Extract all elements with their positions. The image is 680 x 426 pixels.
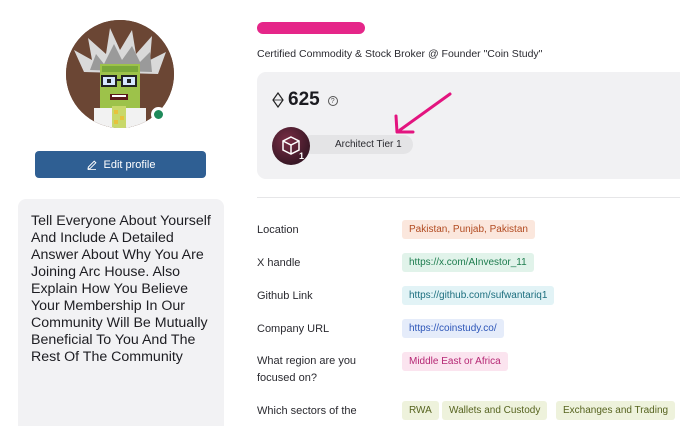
x-handle-link[interactable]: https://x.com/AInvestor_11 <box>402 253 534 272</box>
pencil-icon <box>86 159 97 170</box>
tier-badge: 1 <box>272 127 310 165</box>
bio-card: Tell Everyone About Yourself And Include… <box>18 199 224 426</box>
annotation-arrow-icon <box>394 92 452 134</box>
github-label: Github Link <box>257 290 313 302</box>
company-url-link[interactable]: https://coinstudy.co/ <box>402 319 504 338</box>
avatar-container <box>66 20 174 128</box>
sector-tag-rwa: RWA <box>402 401 439 420</box>
sector-tag-wallets: Wallets and Custody <box>442 401 548 420</box>
online-status-indicator <box>151 107 166 122</box>
redacted-username <box>257 22 365 34</box>
edit-profile-label: Edit profile <box>103 158 156 171</box>
points-value: 625 <box>288 89 320 110</box>
points-row: 625 ? <box>272 89 338 111</box>
help-icon[interactable]: ? <box>327 96 338 106</box>
location-label: Location <box>257 224 299 236</box>
company-url-label: Company URL <box>257 323 330 335</box>
sector-tag-exchanges: Exchanges and Trading <box>556 401 676 420</box>
tier-number: 1 <box>298 151 304 161</box>
region-label: What region are you focused on? <box>257 355 357 384</box>
profile-headline: Certified Commodity & Stock Broker @ Fou… <box>257 48 543 60</box>
section-divider <box>257 197 680 198</box>
points-card: 625 ? Architect Tier 1 1 <box>257 72 680 179</box>
edit-profile-button[interactable]: Edit profile <box>35 151 206 178</box>
sectors-label: Which sectors of the <box>257 405 357 417</box>
bio-text: Tell Everyone About Yourself And Include… <box>31 213 211 365</box>
x-handle-label: X handle <box>257 257 301 269</box>
location-tag: Pakistan, Punjab, Pakistan <box>402 220 535 239</box>
diamond-icon <box>272 92 284 108</box>
region-tag: Middle East or Africa <box>402 352 508 371</box>
github-link[interactable]: https://github.com/sufwantariq1 <box>402 286 555 305</box>
